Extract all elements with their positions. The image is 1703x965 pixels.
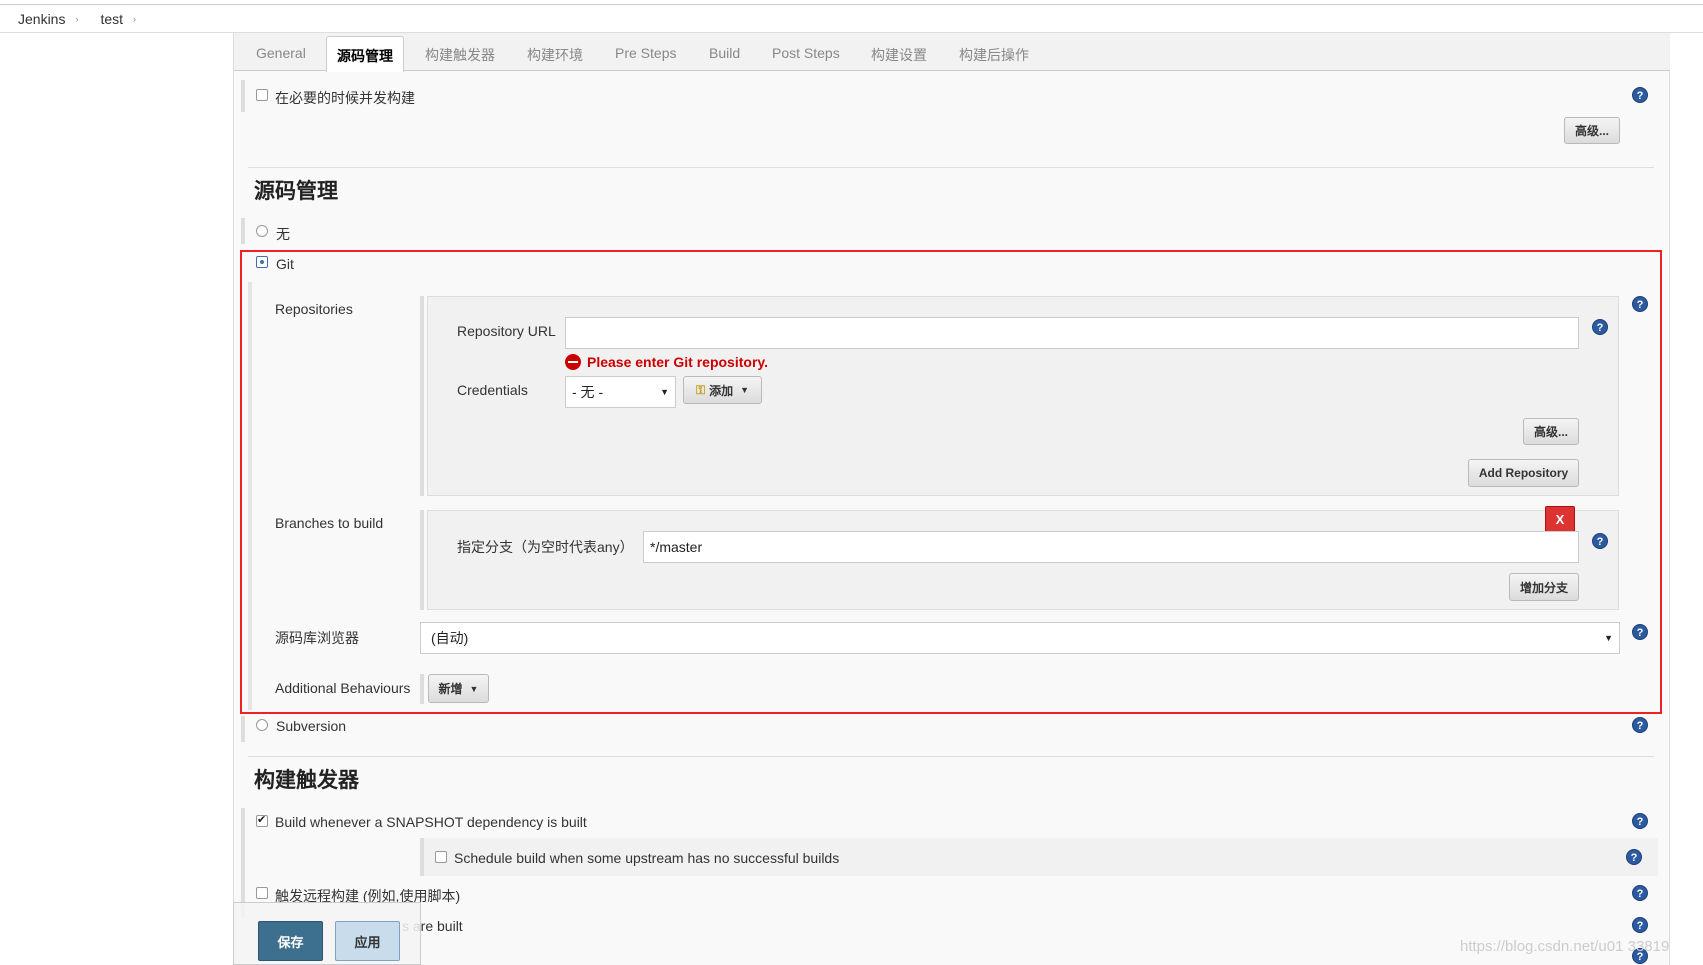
help-icon[interactable]: ?	[1592, 533, 1608, 549]
indent-bar	[420, 674, 424, 704]
add-credentials-button[interactable]: ⚿ 添加 ▼	[683, 376, 762, 404]
tab-pre-steps[interactable]: Pre Steps	[615, 45, 676, 61]
help-icon[interactable]: ?	[1632, 717, 1648, 733]
apply-button[interactable]: 应用	[335, 921, 400, 961]
tab-build-settings[interactable]: 构建设置	[871, 45, 927, 65]
credentials-value: - 无 -	[572, 384, 604, 400]
add-credentials-label: 添加	[709, 383, 734, 398]
caret-down-icon: ▼	[740, 385, 750, 395]
add-behaviour-label: 新增	[438, 682, 463, 696]
dropdown-arrow-icon: ▼	[660, 387, 669, 397]
tab-post-build-actions[interactable]: 构建后操作	[959, 45, 1029, 65]
add-repository-button[interactable]: Add Repository	[1468, 459, 1579, 487]
help-icon[interactable]: ?	[1632, 917, 1648, 933]
repository-advanced-button[interactable]: 高级...	[1523, 418, 1579, 445]
branches-label: Branches to build	[275, 515, 384, 531]
concurrent-build-label: 在必要的时候并发构建	[275, 90, 415, 106]
key-icon: ⚿	[695, 382, 706, 397]
scm-section-title: 源码管理	[254, 180, 338, 203]
tab-build-triggers[interactable]: 构建触发器	[425, 45, 495, 65]
repositories-label: Repositories	[275, 301, 353, 317]
dropdown-arrow-icon: ▼	[1604, 633, 1613, 643]
triggers-section-title: 构建触发器	[254, 769, 359, 792]
snapshot-trigger-checkbox[interactable]	[256, 813, 268, 827]
indent-bar	[241, 218, 245, 244]
schedule-build-checkbox[interactable]	[435, 851, 447, 863]
tab-build-environment[interactable]: 构建环境	[527, 45, 583, 65]
git-indent-bar	[248, 282, 252, 710]
additional-behaviours-label: Additional Behaviours	[275, 680, 411, 696]
credentials-select[interactable]: - 无 - ▼	[565, 376, 676, 408]
error-message: Please enter Git repository.	[587, 354, 769, 370]
error-icon	[565, 354, 581, 370]
tab-post-steps[interactable]: Post Steps	[772, 45, 840, 61]
help-icon[interactable]: ?	[1592, 319, 1608, 335]
save-button[interactable]: 保存	[258, 921, 323, 961]
add-behaviour-button[interactable]: 新增 ▼	[428, 674, 489, 703]
indent-bar	[420, 296, 424, 496]
repo-browser-value: (自动)	[431, 630, 469, 646]
concurrent-build-checkbox[interactable]	[256, 89, 268, 101]
breadcrumb-test[interactable]: test	[100, 11, 123, 27]
repository-url-input[interactable]	[565, 317, 1579, 349]
help-icon[interactable]: ?	[1632, 624, 1648, 640]
breadcrumb: Jenkins › test ›	[0, 4, 1703, 33]
credentials-label: Credentials	[457, 382, 528, 398]
tab-general[interactable]: General	[256, 45, 306, 61]
indent-bar	[420, 838, 424, 876]
scm-git-radio[interactable]	[256, 256, 268, 268]
repo-browser-label: 源码库浏览器	[275, 630, 359, 646]
repository-url-error: Please enter Git repository.	[565, 354, 768, 370]
tab-scm[interactable]: 源码管理	[326, 36, 404, 72]
help-icon[interactable]: ?	[1626, 849, 1642, 865]
indent-bar	[241, 80, 245, 112]
scm-none-label: 无	[276, 226, 290, 242]
section-divider	[248, 756, 1654, 757]
section-divider	[248, 167, 1654, 168]
indent-bar	[241, 716, 245, 742]
scm-subversion-label: Subversion	[276, 718, 347, 734]
remote-trigger-checkbox[interactable]	[256, 887, 268, 899]
branch-specifier-input[interactable]: */master	[643, 531, 1579, 563]
indent-bar	[420, 510, 424, 610]
breadcrumb-jenkins[interactable]: Jenkins	[18, 11, 65, 27]
scm-subversion-radio[interactable]	[256, 719, 268, 731]
breadcrumb-separator-icon: ›	[133, 13, 137, 24]
breadcrumb-separator-icon: ›	[75, 13, 79, 24]
help-icon[interactable]: ?	[1632, 813, 1648, 829]
add-branch-button[interactable]: 增加分支	[1509, 573, 1579, 601]
caret-down-icon: ▼	[469, 683, 479, 694]
help-icon[interactable]: ?	[1632, 296, 1648, 312]
branch-specifier-label: 指定分支（为空时代表any）	[457, 539, 634, 555]
delete-branch-button[interactable]: X	[1545, 506, 1575, 532]
general-advanced-button[interactable]: 高级...	[1564, 117, 1620, 144]
watermark: https://blog.csdn.net/u01 33819	[1460, 938, 1670, 955]
help-icon[interactable]: ?	[1632, 885, 1648, 901]
tab-bar: General 源码管理 构建触发器 构建环境 Pre Steps Build …	[234, 33, 1670, 72]
repo-browser-select[interactable]: (自动) ▼	[420, 622, 1620, 654]
repository-url-label: Repository URL	[457, 323, 556, 339]
scm-git-label: Git	[276, 256, 294, 272]
help-icon[interactable]: ?	[1632, 87, 1648, 103]
scm-none-radio[interactable]	[256, 225, 268, 237]
tab-build[interactable]: Build	[709, 45, 740, 61]
schedule-build-label: Schedule build when some upstream has no…	[454, 850, 840, 866]
snapshot-trigger-label: Build whenever a SNAPSHOT dependency is …	[275, 814, 587, 830]
